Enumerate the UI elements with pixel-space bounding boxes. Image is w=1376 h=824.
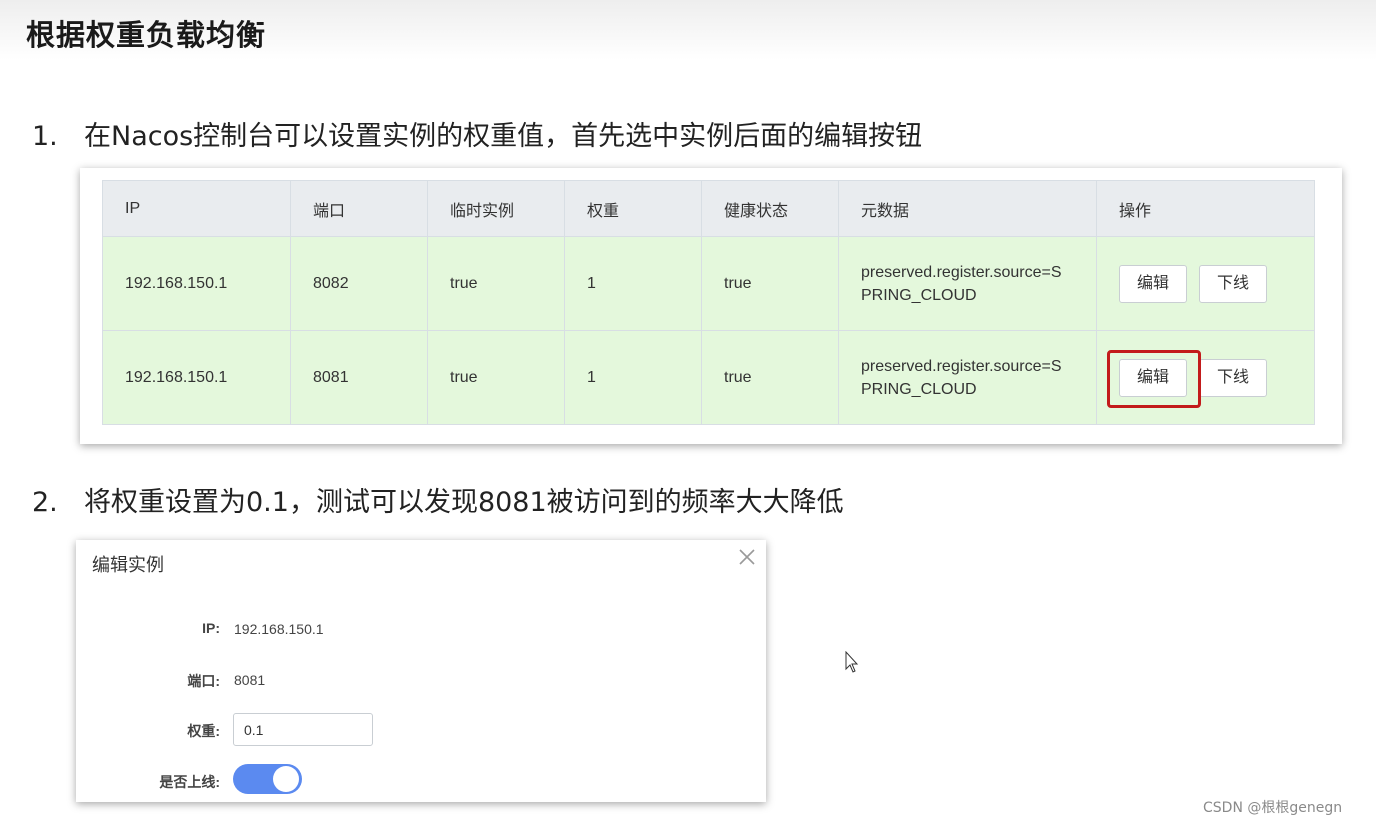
- cell-ip: 192.168.150.1: [102, 330, 291, 425]
- metadata-line: PRING_CLOUD: [861, 380, 977, 398]
- metadata-line: preserved.register.source=S: [861, 357, 1062, 375]
- cell-weight: 1: [564, 330, 702, 425]
- column-header-ip: IP: [102, 180, 291, 237]
- cell-port: 8081: [290, 330, 428, 425]
- table-row: 192.168.150.1 8082 true 1 true preserved…: [102, 236, 1315, 331]
- step-2: 2. 将权重设置为0.1，测试可以发现8081被访问到的频率大大降低: [32, 480, 844, 519]
- online-toggle[interactable]: [233, 764, 302, 794]
- cell-actions: 编辑 下线: [1096, 236, 1315, 331]
- column-header-ephemeral: 临时实例: [427, 180, 565, 237]
- step-text: 在Nacos控制台可以设置实例的权重值，首先选中实例后面的编辑按钮: [84, 121, 923, 152]
- edit-button[interactable]: 编辑: [1119, 358, 1187, 397]
- watermark: CSDN @根根genegn: [1203, 800, 1343, 816]
- dialog-title: 编辑实例: [92, 555, 164, 575]
- column-header-actions: 操作: [1096, 180, 1315, 237]
- weight-input[interactable]: [233, 713, 373, 746]
- port-value: 8081: [234, 672, 266, 688]
- ip-value: 192.168.150.1: [234, 621, 324, 637]
- column-header-port: 端口: [290, 180, 428, 237]
- step-1: 1. 在Nacos控制台可以设置实例的权重值，首先选中实例后面的编辑按钮: [32, 114, 922, 153]
- page-title: 根据权重负载均衡: [26, 18, 267, 52]
- mouse-cursor-icon: [845, 651, 859, 673]
- cell-ip: 192.168.150.1: [102, 236, 291, 331]
- table-row: 192.168.150.1 8081 true 1 true preserved…: [102, 330, 1315, 425]
- cell-health: true: [701, 236, 839, 331]
- column-header-health: 健康状态: [701, 180, 839, 237]
- port-label: 端口:: [187, 673, 220, 689]
- instance-table: IP 端口 临时实例 权重 健康状态 元数据 操作 192.168.150.1 …: [102, 180, 1315, 425]
- toggle-knob: [273, 766, 299, 792]
- offline-button[interactable]: 下线: [1199, 264, 1267, 303]
- cell-metadata: preserved.register.source=S PRING_CLOUD: [838, 330, 1097, 425]
- cell-ephemeral: true: [427, 236, 565, 331]
- ip-label: IP:: [202, 620, 220, 636]
- step-number: 1.: [32, 121, 58, 152]
- metadata-line: PRING_CLOUD: [861, 286, 977, 304]
- column-header-weight: 权重: [564, 180, 702, 237]
- column-header-metadata: 元数据: [838, 180, 1097, 237]
- edit-button[interactable]: 编辑: [1119, 264, 1187, 303]
- instance-table-panel: IP 端口 临时实例 权重 健康状态 元数据 操作 192.168.150.1 …: [80, 168, 1342, 444]
- step-number: 2.: [32, 487, 58, 518]
- metadata-line: preserved.register.source=S: [861, 263, 1062, 281]
- cell-metadata: preserved.register.source=S PRING_CLOUD: [838, 236, 1097, 331]
- offline-button[interactable]: 下线: [1199, 358, 1267, 397]
- table-header-row: IP 端口 临时实例 权重 健康状态 元数据 操作: [102, 180, 1315, 237]
- online-label: 是否上线:: [159, 774, 220, 790]
- cell-weight: 1: [564, 236, 702, 331]
- edit-instance-dialog: 编辑实例 IP: 192.168.150.1 端口: 8081 权重: 是否上线…: [76, 540, 766, 802]
- cell-actions: 编辑 下线: [1096, 330, 1315, 425]
- step-text: 将权重设置为0.1，测试可以发现8081被访问到的频率大大降低: [84, 487, 844, 518]
- cell-health: true: [701, 330, 839, 425]
- cell-port: 8082: [290, 236, 428, 331]
- close-icon[interactable]: [736, 546, 758, 568]
- weight-label: 权重:: [187, 723, 220, 739]
- cell-ephemeral: true: [427, 330, 565, 425]
